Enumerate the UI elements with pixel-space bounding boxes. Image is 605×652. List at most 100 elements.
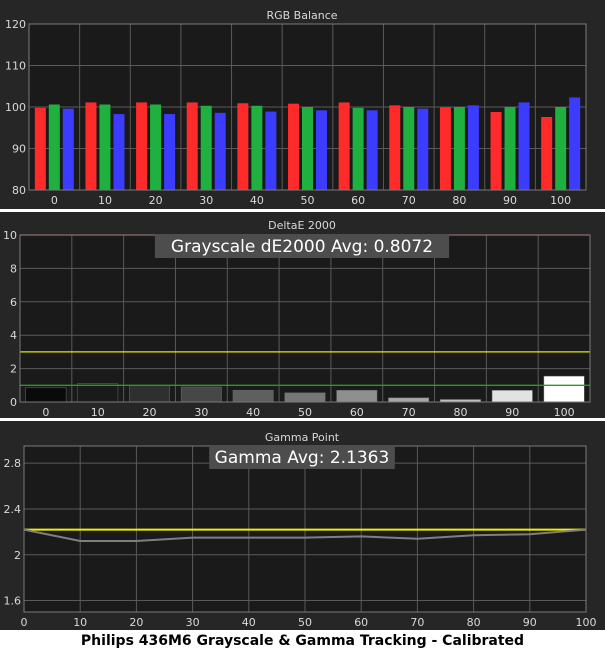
- delta-e-bar: [543, 375, 585, 403]
- plot-area: [20, 235, 590, 402]
- x-tick-label: 30: [186, 616, 200, 629]
- y-tick-label: 4: [10, 329, 17, 342]
- x-tick-label: 90: [503, 194, 517, 207]
- y-tick-label: 6: [10, 296, 17, 309]
- green-bar: [504, 107, 516, 190]
- x-tick-label: 0: [42, 406, 49, 419]
- delta-e-bar: [491, 390, 533, 403]
- green-bar: [150, 104, 162, 190]
- y-tick-label: 100: [5, 101, 26, 114]
- x-tick-label: 0: [21, 616, 28, 629]
- red-bar: [237, 103, 249, 190]
- x-tick-label: 70: [402, 194, 416, 207]
- red-bar: [34, 107, 46, 190]
- red-bar: [136, 102, 148, 190]
- chart-title: Gamma Point: [265, 431, 340, 444]
- x-tick-label: 80: [452, 194, 466, 207]
- x-tick-label: 20: [149, 194, 163, 207]
- annotation-text: Gamma Avg: 2.1363: [215, 448, 390, 468]
- green-bar: [453, 107, 465, 190]
- x-tick-label: 50: [298, 406, 312, 419]
- x-tick-label: 70: [402, 406, 416, 419]
- x-tick-label: 60: [351, 194, 365, 207]
- blue-bar: [366, 110, 378, 190]
- y-tick-label: 2.8: [4, 457, 22, 470]
- blue-bar: [467, 105, 479, 190]
- x-tick-label: 100: [554, 406, 575, 419]
- blue-bar: [518, 102, 530, 190]
- green-bar: [200, 105, 212, 190]
- blue-bar: [417, 108, 429, 190]
- blue-bar: [164, 114, 176, 190]
- red-bar: [490, 111, 502, 190]
- green-bar: [48, 104, 60, 190]
- green-bar: [555, 107, 567, 190]
- y-tick-label: 90: [12, 143, 26, 156]
- red-bar: [288, 103, 299, 190]
- x-tick-label: 10: [73, 616, 87, 629]
- blue-bar: [265, 111, 277, 190]
- x-tick-label: 60: [350, 406, 364, 419]
- red-bar: [338, 102, 350, 190]
- blue-bar: [316, 110, 327, 190]
- red-bar: [186, 102, 198, 190]
- delta-e-bar: [284, 392, 326, 403]
- blue-bar: [569, 97, 581, 190]
- annotation-text: Grayscale dE2000 Avg: 0.8072: [171, 237, 433, 257]
- x-tick-label: 90: [505, 406, 519, 419]
- x-tick-label: 30: [194, 406, 208, 419]
- green-bar: [251, 105, 263, 190]
- blue-bar: [62, 108, 74, 190]
- y-tick-label: 80: [12, 184, 26, 197]
- x-tick-label: 80: [453, 406, 467, 419]
- x-tick-label: 40: [242, 616, 256, 629]
- y-tick-label: 0: [10, 396, 17, 409]
- calibration-charts: RGB Balance80901001101200 10 20 30 40 50 60 70 8…: [0, 0, 605, 630]
- x-tick-label: 50: [298, 616, 312, 629]
- x-tick-label: 10: [91, 406, 105, 419]
- y-tick-label: 110: [5, 60, 26, 73]
- y-tick-label: 2: [10, 363, 17, 376]
- delta-e-bar: [388, 397, 430, 403]
- x-tick-label: 20: [143, 406, 157, 419]
- x-tick-label: 70: [410, 616, 424, 629]
- green-bar: [403, 107, 415, 190]
- delta-e-bar: [336, 390, 378, 403]
- delta-e-bar: [77, 383, 119, 403]
- delta-e-bar: [25, 387, 67, 403]
- x-tick-label: 20: [129, 616, 143, 629]
- chart-title: DeltaE 2000: [268, 219, 336, 232]
- delta-e-bar: [129, 385, 171, 403]
- figure-caption: Philips 436M6 Grayscale & Gamma Tracking…: [80, 633, 525, 649]
- rgb-balance-panel: RGB Balance 80 90 100 110 120 0 10 20 30 40 50 60 70 8…: [0, 0, 605, 209]
- y-tick-label: 2: [14, 549, 21, 562]
- blue-bar: [214, 112, 226, 190]
- x-tick-label: 40: [250, 194, 264, 207]
- gamma-point-panel: Gamma Point 1.6 2 2.4 2.8 0 10 20 30 40 50 60 70 80 90…: [0, 421, 605, 630]
- x-tick-label: 100: [576, 616, 597, 629]
- chart-title: RGB Balance: [266, 9, 337, 22]
- delta-e-bar: [180, 386, 222, 403]
- y-tick-label: 10: [3, 229, 17, 242]
- x-tick-label: 60: [354, 616, 368, 629]
- red-bar: [541, 116, 553, 190]
- blue-bar: [113, 114, 125, 190]
- x-tick-label: 90: [523, 616, 537, 629]
- green-bar: [302, 107, 313, 190]
- green-bar: [99, 104, 111, 190]
- x-tick-label: 40: [246, 406, 260, 419]
- y-tick-label: 2.4: [4, 503, 22, 516]
- x-tick-label: 80: [467, 616, 481, 629]
- delta-e-panel: DeltaE 200002468100 10 20 30 40 50 60 70 80 90 100…: [0, 212, 605, 419]
- x-tick-label: 0: [51, 194, 58, 207]
- x-tick-label: 50: [301, 194, 315, 207]
- red-bar: [389, 105, 401, 190]
- x-tick-label: 10: [98, 194, 112, 207]
- delta-e-bar: [232, 390, 274, 403]
- y-tick-label: 8: [10, 262, 17, 275]
- y-tick-label: 1.6: [4, 595, 22, 608]
- red-bar: [439, 107, 451, 190]
- y-tick-label: 120: [5, 18, 26, 31]
- x-tick-label: 100: [550, 194, 571, 207]
- x-tick-label: 30: [199, 194, 213, 207]
